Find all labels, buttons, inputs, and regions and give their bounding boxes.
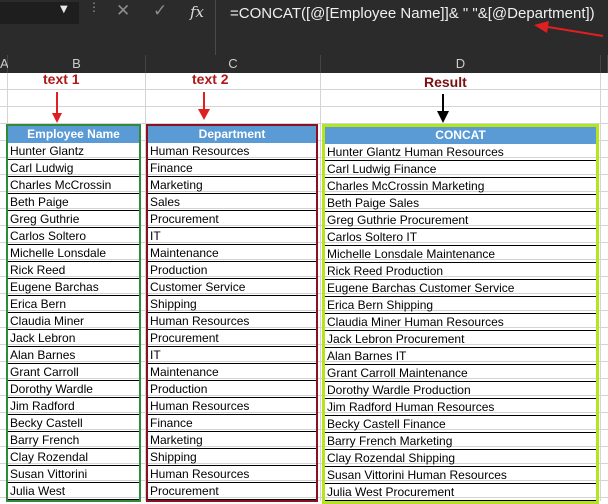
department-cell[interactable]: Maintenance	[148, 364, 316, 381]
arrow-down-icon	[52, 92, 62, 123]
employee-name-cell[interactable]: Hunter Glantz	[8, 143, 139, 160]
header-employee-name[interactable]: Employee Name	[8, 126, 139, 143]
annotation-arrows	[52, 92, 449, 123]
concat-cell[interactable]: Eugene Barchas Customer Service	[325, 280, 596, 297]
department-cell[interactable]: Human Resources	[148, 398, 316, 415]
department-column: Department Human Resources Finance Marketi…	[146, 124, 318, 502]
concat-cell[interactable]: Greg Guthrie Procurement	[325, 212, 596, 229]
concat-cell[interactable]: Claudia Miner Human Resources	[325, 314, 596, 331]
department-rows: Human Resources Finance Marketing Sales Proc…	[148, 143, 316, 500]
department-cell[interactable]: IT	[148, 228, 316, 245]
employee-name-cell[interactable]: Greg Guthrie	[8, 211, 139, 228]
employee-name-cell[interactable]: Barry French	[8, 432, 139, 449]
employee-name-cell[interactable]: Michelle Lonsdale	[8, 245, 139, 262]
department-cell[interactable]: Maintenance	[148, 245, 316, 262]
department-cell[interactable]: Human Resources	[148, 143, 316, 160]
department-cell[interactable]: Marketing	[148, 177, 316, 194]
column-header-d[interactable]: D	[321, 55, 601, 73]
employee-name-cell[interactable]: Claudia Miner	[8, 313, 139, 330]
concat-cell[interactable]: Jack Lebron Procurement	[325, 331, 596, 348]
concat-cell[interactable]: Beth Paige Sales	[325, 195, 596, 212]
department-cell[interactable]: Production	[148, 381, 316, 398]
employee-name-cell[interactable]: Jack Lebron	[8, 330, 139, 347]
concat-cell[interactable]: Becky Castell Finance	[325, 416, 596, 433]
department-cell[interactable]: Finance	[148, 160, 316, 177]
concat-cell[interactable]: Clay Rozendal Shipping	[325, 450, 596, 467]
arrow-down-icon	[437, 94, 449, 123]
department-cell[interactable]: Human Resources	[148, 466, 316, 483]
employee-name-cell[interactable]: Dorothy Wardle	[8, 381, 139, 398]
employee-name-column: Employee Name Hunter Glantz Carl Ludwig Ch…	[6, 124, 141, 502]
department-cell[interactable]: Procurement	[148, 483, 316, 500]
employee-name-cell[interactable]: Alan Barnes	[8, 347, 139, 364]
concat-cell[interactable]: Dorothy Wardle Production	[325, 382, 596, 399]
department-cell[interactable]: Marketing	[148, 432, 316, 449]
concat-rows: Hunter Glantz Human Resources Carl Ludwig…	[325, 144, 596, 501]
concat-cell[interactable]: Rick Reed Production	[325, 263, 596, 280]
department-cell[interactable]: Customer Service	[148, 279, 316, 296]
department-cell[interactable]: IT	[148, 347, 316, 364]
concat-cell[interactable]: Jim Radford Human Resources	[325, 399, 596, 416]
employee-name-cell[interactable]: Susan Vittorini	[8, 466, 139, 483]
employee-name-cell[interactable]: Carlos Soltero	[8, 228, 139, 245]
employee-name-cell[interactable]: Beth Paige	[8, 194, 139, 211]
department-cell[interactable]: Production	[148, 262, 316, 279]
employee-name-cell[interactable]: Julia West	[8, 483, 139, 500]
concat-cell[interactable]: Erica Bern Shipping	[325, 297, 596, 314]
department-cell[interactable]: Shipping	[148, 449, 316, 466]
concat-cell[interactable]: Barry French Marketing	[325, 433, 596, 450]
department-cell[interactable]: Shipping	[148, 296, 316, 313]
department-cell[interactable]: Procurement	[148, 211, 316, 228]
concat-cell[interactable]: Susan Vittorini Human Resources	[325, 467, 596, 484]
concat-cell[interactable]: Carlos Soltero IT	[325, 229, 596, 246]
column-header-e[interactable]	[601, 55, 608, 73]
header-department[interactable]: Department	[148, 126, 316, 143]
concat-cell[interactable]: Michelle Lonsdale Maintenance	[325, 246, 596, 263]
gridline	[320, 73, 321, 501]
employee-name-cell[interactable]: Eugene Barchas	[8, 279, 139, 296]
concat-cell[interactable]: Grant Carroll Maintenance	[325, 365, 596, 382]
concat-column: CONCAT Hunter Glantz Human Resources Carl…	[322, 124, 599, 504]
concat-cell[interactable]: Hunter Glantz Human Resources	[325, 144, 596, 161]
employee-name-rows: Hunter Glantz Carl Ludwig Charles McCrossi…	[8, 143, 139, 500]
gridline	[600, 73, 601, 501]
column-header-a[interactable]: A	[0, 55, 9, 73]
employee-name-cell[interactable]: Grant Carroll	[8, 364, 139, 381]
header-concat[interactable]: CONCAT	[325, 127, 596, 144]
column-header-c[interactable]: C	[146, 55, 321, 73]
concat-cell[interactable]: Julia West Procurement	[325, 484, 596, 501]
employee-name-cell[interactable]: Clay Rozendal	[8, 449, 139, 466]
concat-cell[interactable]: Alan Barnes IT	[325, 348, 596, 365]
employee-name-cell[interactable]: Becky Castell	[8, 415, 139, 432]
employee-name-cell[interactable]: Carl Ludwig	[8, 160, 139, 177]
concat-cell[interactable]: Charles McCrossin Marketing	[325, 178, 596, 195]
arrow-down-icon	[198, 92, 210, 120]
department-cell[interactable]: Finance	[148, 415, 316, 432]
employee-name-cell[interactable]: Jim Radford	[8, 398, 139, 415]
employee-name-cell[interactable]: Erica Bern	[8, 296, 139, 313]
employee-name-cell[interactable]: Charles McCrossin	[8, 177, 139, 194]
concat-cell[interactable]: Carl Ludwig Finance	[325, 161, 596, 178]
department-cell[interactable]: Sales	[148, 194, 316, 211]
department-cell[interactable]: Procurement	[148, 330, 316, 347]
employee-name-cell[interactable]: Rick Reed	[8, 262, 139, 279]
department-cell[interactable]: Human Resources	[148, 313, 316, 330]
